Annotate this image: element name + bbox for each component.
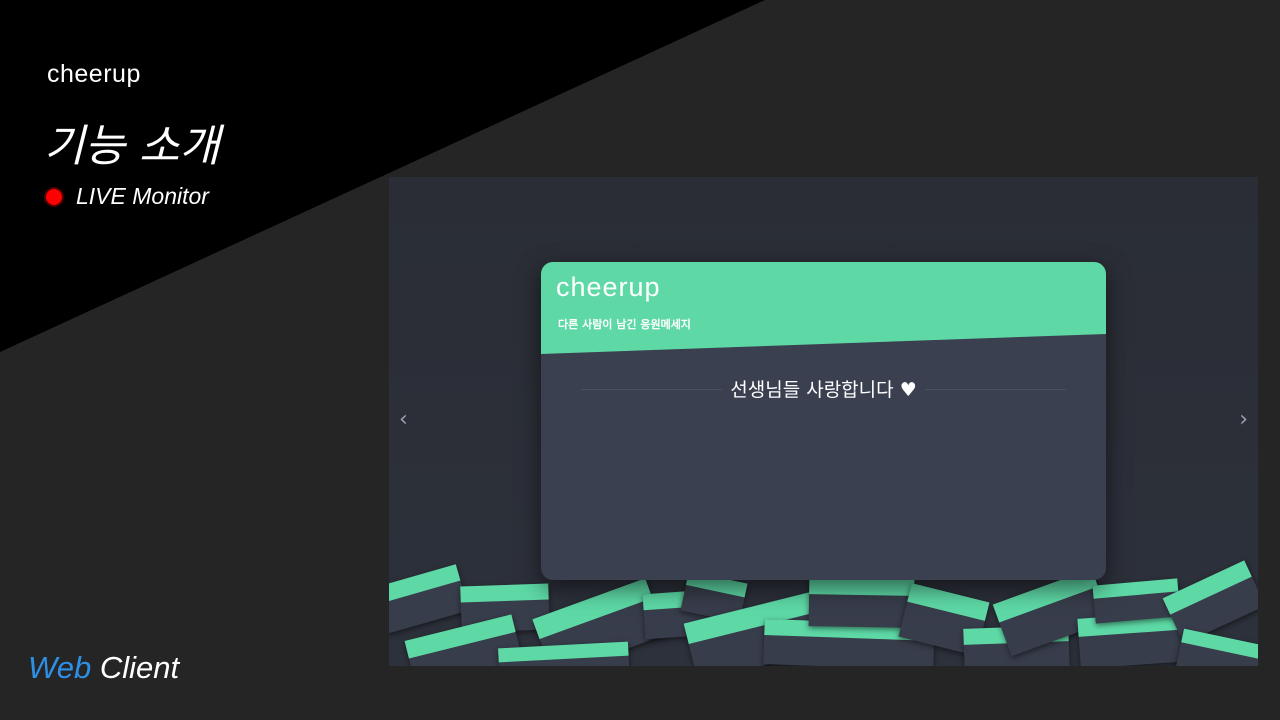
chevron-right-icon: › — [1239, 407, 1248, 432]
live-monitor-label: LIVE Monitor — [76, 183, 209, 209]
cheer-message-card: cheerup 다른 사람이 남긴 응원메세지 선생님들 사랑합니다 ♥ — [541, 262, 1106, 580]
footer-web-label: Web — [28, 650, 92, 685]
chevron-left-icon: ‹ — [399, 407, 408, 432]
slide-brand-logo: cheerup — [47, 60, 141, 88]
card-pile-background — [389, 560, 1258, 666]
cheer-message-text: 선생님들 사랑합니다 — [730, 379, 894, 401]
mini-card — [1175, 628, 1258, 666]
live-monitor-indicator: LIVE Monitor — [44, 183, 209, 210]
footer-client-label: Client — [99, 650, 180, 685]
web-client-screenshot: ‹ › cheerup 다른 사람이 남긴 응원메세지 선생님들 사랑합니다 ♥ — [389, 177, 1258, 666]
slide-title: 기능 소개 — [44, 121, 220, 172]
carousel-prev-button[interactable]: ‹ — [399, 407, 408, 432]
cheer-message: 선생님들 사랑합니다 ♥ — [541, 375, 1106, 402]
card-subtitle: 다른 사람이 남긴 응원메세지 — [558, 318, 691, 331]
footer-caption: Web Client — [28, 650, 179, 686]
heart-icon: ♥ — [899, 379, 917, 401]
carousel-next-button[interactable]: › — [1239, 407, 1248, 432]
mini-card — [808, 576, 915, 628]
card-brand-logo: cheerup — [556, 272, 661, 302]
mini-card — [389, 564, 469, 634]
record-dot-icon — [44, 186, 64, 207]
